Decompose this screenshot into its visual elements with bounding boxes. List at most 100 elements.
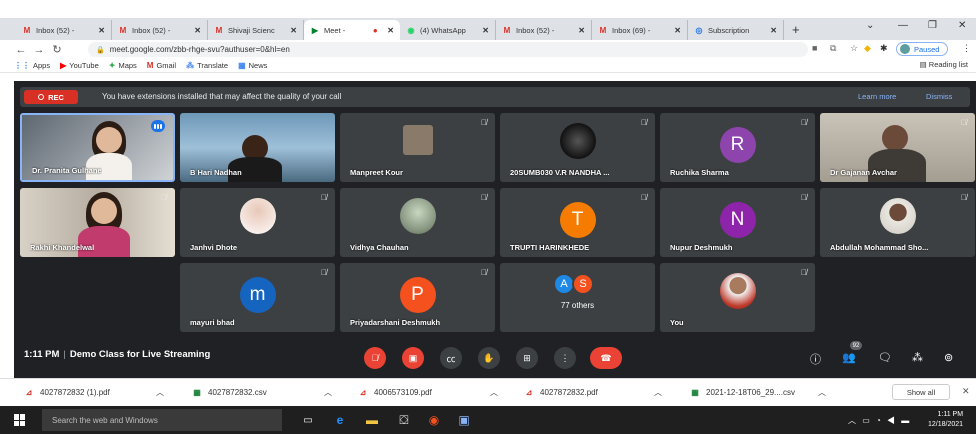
tab-6[interactable]: M Inbox (69) - ✕ — [592, 20, 688, 40]
video-person-body — [868, 149, 926, 182]
task-view-icon[interactable]: ▭ — [300, 412, 316, 428]
edge-icon[interactable]: e — [332, 412, 348, 428]
system-tray[interactable]: ︿ ▭ ◔ ◀ ▬ — [848, 415, 911, 426]
participant-tile[interactable]: 🎙̸ Dr Gajanan Avchar — [820, 113, 975, 182]
close-icon[interactable]: ✕ — [387, 26, 394, 35]
participant-tile[interactable]: 🎙̸ m mayuri bhad — [180, 263, 335, 332]
people-icon[interactable]: 👥 — [842, 351, 856, 364]
more-options-button[interactable]: ⋮ — [554, 347, 576, 369]
leave-call-button[interactable]: ☎ — [590, 347, 622, 369]
chevron-up-icon[interactable]: ︿ — [654, 387, 662, 398]
close-icon[interactable]: ✕ — [290, 26, 297, 35]
store-icon[interactable]: ⛋ — [396, 412, 412, 428]
tab-2[interactable]: M Shivaji Scienc ✕ — [208, 20, 304, 40]
minimize-icon[interactable]: — — [898, 20, 908, 31]
close-icon[interactable]: ✕ — [482, 26, 489, 35]
mic-off-icon: 🎙̸ — [481, 118, 487, 127]
reading-list-button[interactable]: ▤ Reading list — [920, 60, 968, 69]
bookmark-maps[interactable]: ✦ Maps — [109, 61, 137, 70]
participant-tile[interactable]: 🎙̸ N Nupur Deshmukh — [660, 188, 815, 257]
participant-tile[interactable]: 🎙̸ Manpreet Kour — [340, 113, 495, 182]
file-explorer-icon[interactable]: ▬ — [364, 412, 380, 428]
close-icon[interactable]: ✕ — [98, 26, 105, 35]
host-controls-icon[interactable]: ⊚ — [944, 351, 953, 364]
pdf-file-icon: ⊿ — [359, 387, 367, 397]
profile-photo — [719, 273, 756, 309]
tab-0[interactable]: M Inbox (52) - ✕ — [16, 20, 112, 40]
url-input[interactable]: 🔒 meet.google.com/zbb-rhge-svu?authuser=0… — [88, 42, 808, 57]
close-icon[interactable]: ✕ — [770, 26, 777, 35]
bookmark-youtube[interactable]: ▶ YouTube — [60, 61, 99, 70]
others-count: 77 others — [560, 301, 595, 310]
bookmark-star-icon[interactable]: ☆ — [850, 43, 858, 54]
chat-icon[interactable]: 🗨 — [878, 351, 892, 364]
recording-icon: ● — [372, 25, 378, 35]
others-tile[interactable]: A S 77 others — [500, 263, 655, 332]
chevron-up-icon[interactable]: ︿ — [324, 387, 332, 398]
chevron-up-icon[interactable]: ︿ — [818, 387, 826, 398]
participant-tile-self[interactable]: 🎙̸ You — [660, 263, 815, 332]
participant-tile[interactable]: 🎙̸ Janhvi Dhote — [180, 188, 335, 257]
tab-4[interactable]: ◉ (4) WhatsApp ✕ — [400, 20, 496, 40]
taskbar-clock[interactable]: 1:11 PM 12/18/2021 — [928, 410, 963, 430]
csv-file-icon: ▦ — [691, 387, 699, 397]
chevron-up-icon[interactable]: ︿ — [490, 387, 498, 398]
chrome-icon[interactable]: ◉ — [426, 412, 442, 428]
tab-search-icon[interactable]: ⌄ — [866, 20, 874, 31]
participant-tile[interactable]: Dr. Pranita Gulhane — [20, 113, 175, 182]
forward-icon[interactable]: → — [30, 44, 48, 56]
learn-more-link[interactable]: Learn more — [858, 92, 896, 101]
bookmark-translate[interactable]: ⁂ Translate — [186, 61, 228, 70]
participant-tile[interactable]: 🎙̸ Rakhi Khandelwal — [20, 188, 175, 257]
participant-tile[interactable]: 🎙̸ P Priyadarshani Deshmukh — [340, 263, 495, 332]
camera-toggle-button[interactable]: ▣ — [402, 347, 424, 369]
dismiss-button[interactable]: Dismiss — [926, 92, 952, 101]
menu-icon[interactable]: ⋮ — [962, 43, 971, 54]
tab-7[interactable]: ◎ Subscription ✕ — [688, 20, 784, 40]
download-item[interactable]: ▦ 4027872832.csv — [192, 386, 267, 398]
restore-icon[interactable]: ❐ — [928, 20, 937, 31]
bookmark-apps[interactable]: ⋮⋮ Apps — [14, 61, 50, 70]
close-icon[interactable]: ✕ — [962, 386, 970, 397]
close-icon[interactable]: ✕ — [674, 26, 681, 35]
present-button[interactable]: ⊞ — [516, 347, 538, 369]
bookmark-news[interactable]: ▦ News — [238, 61, 267, 70]
download-item[interactable]: ⊿ 4027872832 (1).pdf — [24, 386, 110, 398]
app-icon[interactable]: ▣ — [456, 412, 472, 428]
close-icon[interactable]: ✕ — [194, 26, 201, 35]
download-item[interactable]: ⊿ 4006573109.pdf — [358, 386, 432, 398]
meeting-info-icon[interactable]: ⓘ — [810, 351, 821, 367]
video-thumbnail — [402, 125, 433, 155]
windows-start-icon[interactable] — [14, 414, 26, 426]
show-all-button[interactable]: Show all — [892, 384, 950, 400]
reload-icon[interactable]: ↻ — [48, 43, 66, 56]
chevron-up-icon[interactable]: ︿ — [156, 387, 164, 398]
participant-tile[interactable]: 🎙̸ Abdullah Mohammad Sho... — [820, 188, 975, 257]
extensions-puzzle-icon[interactable]: ✱ — [880, 43, 888, 54]
participant-tile[interactable]: B Hari Nadhan — [180, 113, 335, 182]
participant-tile[interactable]: 🎙̸ R Ruchika Sharma — [660, 113, 815, 182]
tab-3[interactable]: ▶ Meet - ● ✕ — [304, 20, 400, 40]
activities-icon[interactable]: ⁂ — [912, 351, 923, 364]
extension-icon[interactable]: ◆ — [864, 43, 871, 54]
back-icon[interactable]: ← — [12, 44, 30, 56]
window-close-icon[interactable]: ✕ — [958, 20, 966, 31]
bookmark-gmail[interactable]: M Gmail — [147, 61, 176, 70]
camera-in-use-icon[interactable]: ■ — [812, 43, 817, 53]
download-item[interactable]: ▦ 2021-12-18T06_29....csv — [690, 386, 795, 398]
participant-tile[interactable]: 🎙̸ T TRUPTI HARINKHEDE — [500, 188, 655, 257]
profile-button[interactable]: Paused — [896, 42, 948, 56]
raise-hand-button[interactable]: ✋ — [478, 347, 500, 369]
participant-tile[interactable]: 🎙̸ Vidhya Chauhan — [340, 188, 495, 257]
tab-5[interactable]: M Inbox (52) - ✕ — [496, 20, 592, 40]
tab-1[interactable]: M Inbox (52) - ✕ — [112, 20, 208, 40]
download-item[interactable]: ⊿ 4027872832.pdf — [524, 386, 598, 398]
mic-toggle-button[interactable]: 🎙̸ — [364, 347, 386, 369]
new-tab-button[interactable]: + — [792, 22, 800, 37]
video-person-face — [91, 198, 117, 224]
taskbar-search-input[interactable]: Search the web and Windows — [42, 409, 282, 431]
share-icon[interactable]: ⧉ — [830, 43, 836, 54]
participant-tile[interactable]: 🎙̸ 20SUMB030 V.R NANDHA ... — [500, 113, 655, 182]
captions-button[interactable]: ㏄ — [440, 347, 462, 369]
close-icon[interactable]: ✕ — [578, 26, 585, 35]
